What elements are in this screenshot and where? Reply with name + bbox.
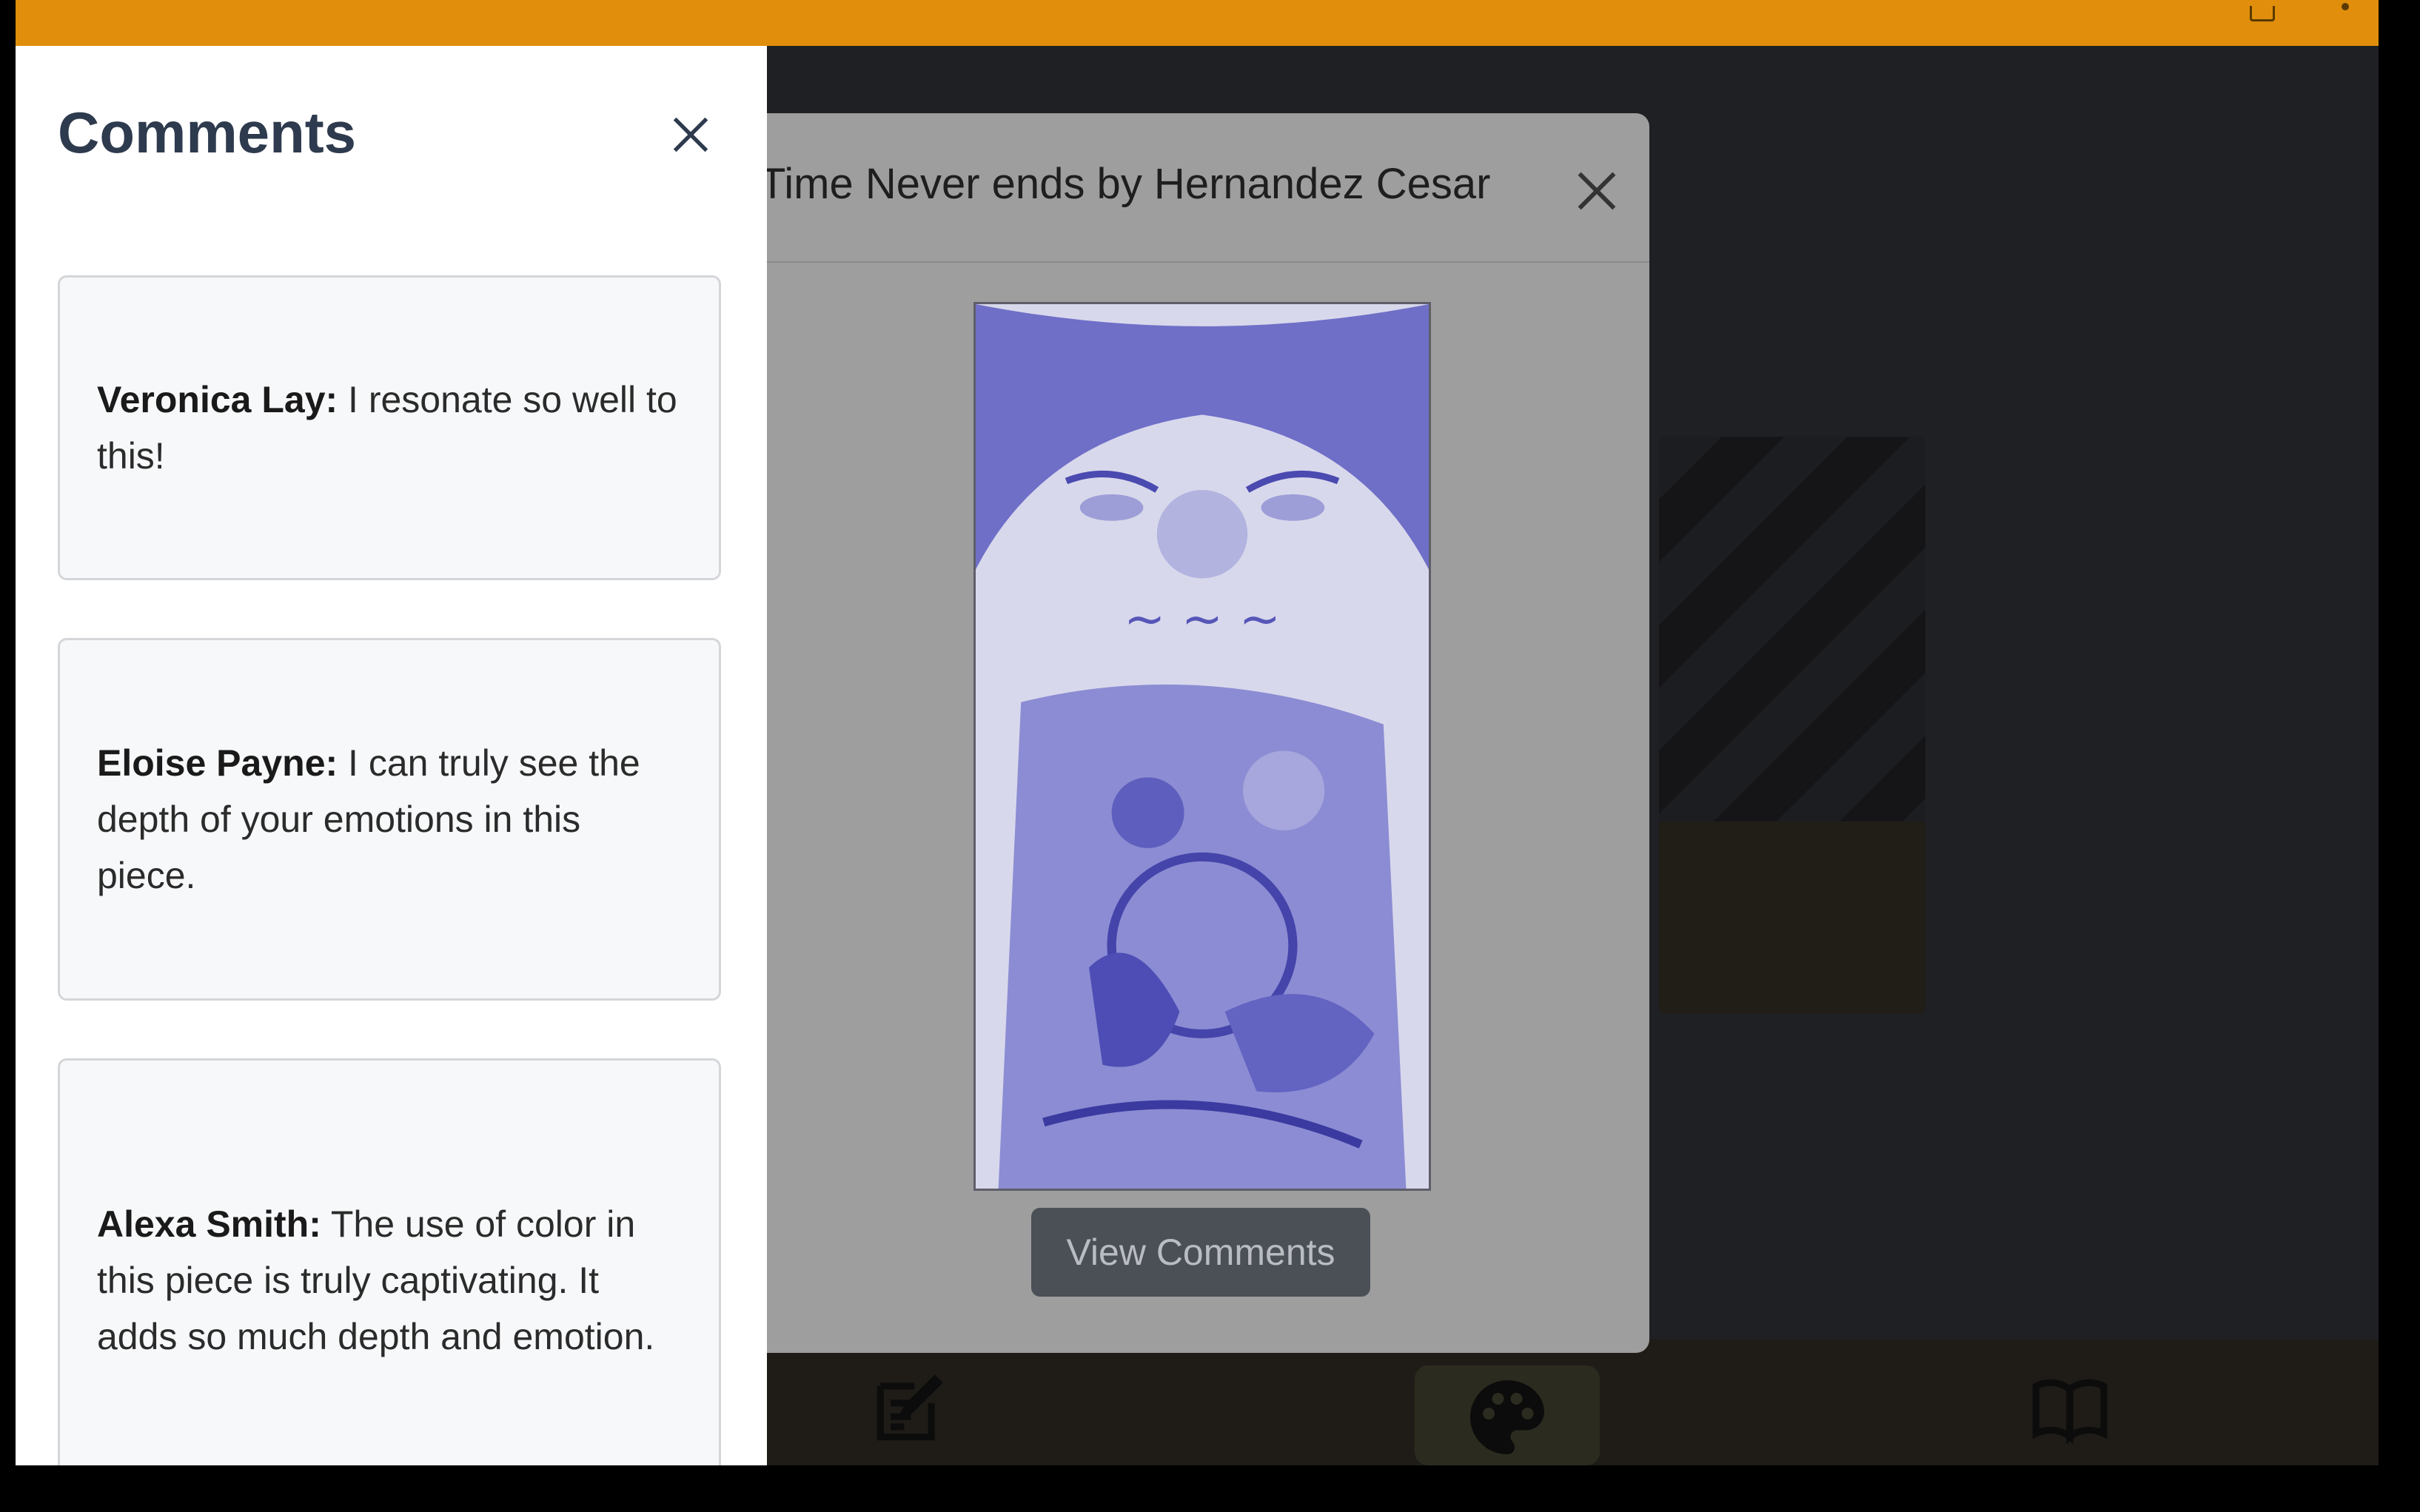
comment-author: Eloise Payne:: [97, 742, 338, 784]
svg-text:~ ~ ~: ~ ~ ~: [1124, 591, 1281, 648]
comment-card: Veronica Lay: I resonate so well to this…: [58, 275, 721, 580]
modal-title: Time Never ends by Hernandez Cesar: [760, 160, 1491, 208]
status-bar: [16, 0, 2379, 46]
status-icon: [2250, 6, 2275, 21]
modal-header: Time Never ends by Hernandez Cesar: [711, 113, 1649, 263]
comments-drawer: Comments Veronica Lay: I resonate so wel…: [16, 46, 767, 1465]
close-icon: [1578, 172, 1616, 210]
close-icon: [673, 117, 708, 152]
artwork-image: ~ ~ ~: [973, 302, 1431, 1191]
comment-body: Alexa Smith: The use of color in this pi…: [97, 1196, 682, 1365]
comment-card: Eloise Payne: I can truly see the depth …: [58, 638, 721, 1001]
drawer-close-button[interactable]: [667, 111, 714, 158]
modal-close-button[interactable]: [1571, 165, 1623, 217]
view-comments-button[interactable]: View Comments: [1031, 1208, 1370, 1297]
comment-body: Veronica Lay: I resonate so well to this…: [97, 372, 682, 484]
drawer-title: Comments: [58, 100, 357, 165]
comment-author: Veronica Lay:: [97, 379, 338, 420]
comment-author: Alexa Smith:: [97, 1203, 321, 1245]
status-dot-icon: [2342, 3, 2349, 10]
comment-body: Eloise Payne: I can truly see the depth …: [97, 735, 682, 904]
comment-card: Alexa Smith: The use of color in this pi…: [58, 1058, 721, 1465]
artwork-drawing: ~ ~ ~: [976, 304, 1429, 1189]
